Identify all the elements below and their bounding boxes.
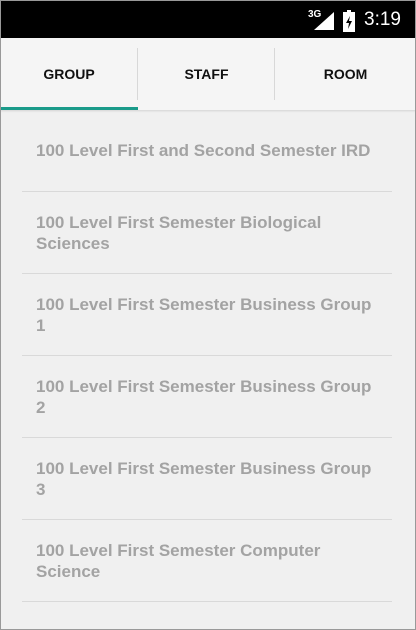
battery-icon xyxy=(343,10,355,32)
tab-label: STAFF xyxy=(184,66,229,82)
tab-staff[interactable]: STAFF xyxy=(138,38,275,110)
tab-bar: GROUP STAFF ROOM xyxy=(0,38,416,110)
group-name: 100 Level First Semester Computer Scienc… xyxy=(36,540,321,581)
list-item[interactable]: 100 Level First Semester Business Group … xyxy=(22,438,392,520)
group-list: 100 Level First and Second Semester IRD … xyxy=(22,110,392,610)
app-screen: 3G 3:19 GROUP STAFF ROOM 100 Level First… xyxy=(0,0,416,630)
tab-label: ROOM xyxy=(323,66,368,82)
list-item[interactable]: 100 Level First Semester Biological Scie… xyxy=(22,192,392,274)
clock: 3:19 xyxy=(364,9,401,30)
group-name: 100 Level First Semester Business Group … xyxy=(36,376,372,417)
group-name: 100 Level First Semester Business Group … xyxy=(36,294,372,335)
group-name: 100 Level First Semester Business Group … xyxy=(36,458,372,499)
tab-label: GROUP xyxy=(43,66,95,82)
group-name: 100 Level First Semester Biological Scie… xyxy=(36,212,322,253)
tab-room[interactable]: ROOM xyxy=(275,38,416,110)
list-item[interactable]: 100 Level First Semester Computer Scienc… xyxy=(22,520,392,602)
group-name: 100 Level First and Second Semester IRD xyxy=(36,141,371,160)
list-item[interactable]: 100 Level First Semester Business Group … xyxy=(22,356,392,438)
tab-group[interactable]: GROUP xyxy=(0,38,138,110)
list-item[interactable]: 100 Level First Semester Business Group … xyxy=(22,274,392,356)
status-bar: 3G 3:19 xyxy=(0,0,416,38)
signal-icon xyxy=(314,12,334,30)
list-item[interactable]: 100 Level First and Second Semester IRD xyxy=(22,110,392,192)
